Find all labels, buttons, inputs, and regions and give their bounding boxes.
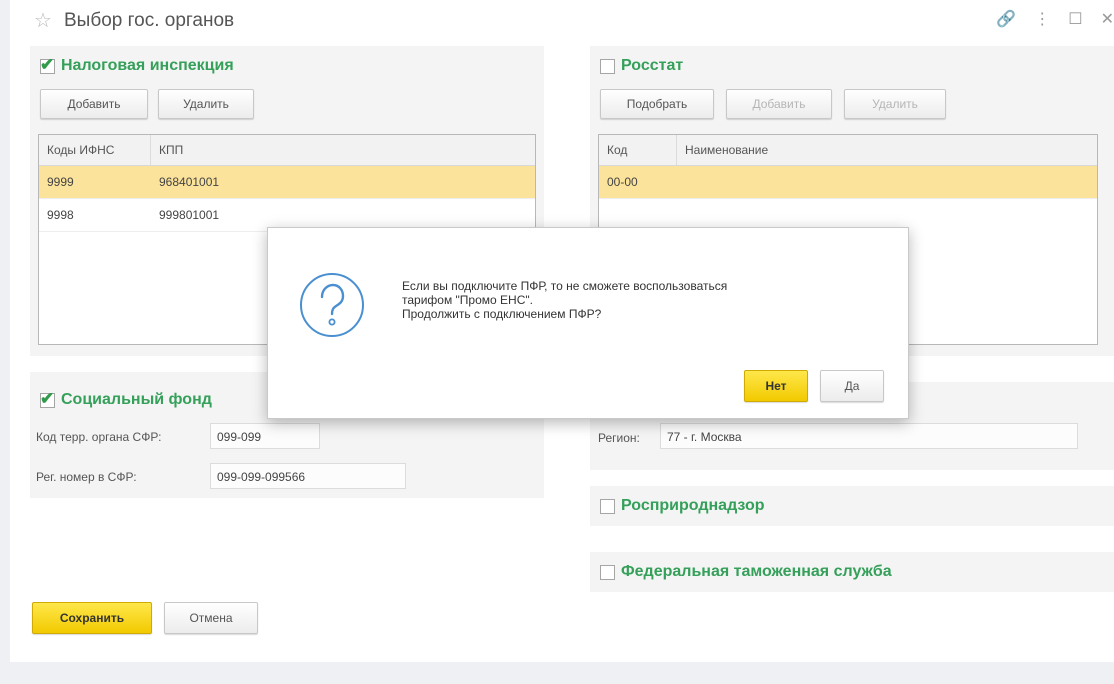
- tax-inspection-header: Налоговая инспекция: [40, 55, 234, 75]
- tax-inspection-title: Налоговая инспекция: [61, 57, 234, 74]
- sfr-reg-number-field[interactable]: 099-099-099566: [210, 463, 406, 489]
- rosstat-add-button[interactable]: Добавить: [726, 89, 832, 119]
- customs-title: Федеральная таможенная служба: [621, 563, 892, 580]
- table-row[interactable]: 9999 968401001: [39, 166, 535, 199]
- dialog-yes-button[interactable]: Да: [820, 370, 884, 402]
- cell-code: 00-00: [607, 175, 638, 189]
- column-header-name[interactable]: Наименование: [677, 135, 1097, 165]
- favorite-star-icon[interactable]: ☆: [34, 8, 52, 33]
- window-title: Выбор гос. органов: [64, 10, 235, 31]
- link-icon[interactable]: 🔗: [996, 9, 1016, 29]
- rosprirodnadzor-title: Росприроднадзор: [621, 497, 765, 514]
- maximize-icon[interactable]: ☐: [1068, 9, 1082, 29]
- dialog-message-line: Если вы подключите ПФР, то не сможете во…: [402, 279, 728, 293]
- close-icon[interactable]: ✕: [1101, 9, 1114, 29]
- rosstat-header: Росстат: [600, 57, 683, 75]
- dialog-message: Если вы подключите ПФР, то не сможете во…: [402, 279, 882, 321]
- cell-ifns-code: 9999: [47, 175, 74, 189]
- rosstat-checkbox[interactable]: [600, 58, 615, 74]
- cell-name: [677, 166, 1097, 198]
- more-icon[interactable]: ⋮: [1034, 9, 1050, 29]
- cell-ifns-code: 9998: [47, 208, 74, 222]
- tax-add-button[interactable]: Добавить: [40, 89, 148, 119]
- sfr-territory-code-field[interactable]: 099-099: [210, 423, 320, 449]
- cancel-button[interactable]: Отмена: [164, 602, 258, 634]
- tax-inspection-checkbox[interactable]: [40, 55, 55, 75]
- tax-delete-button[interactable]: Удалить: [158, 89, 254, 119]
- cell-kpp: 968401001: [159, 175, 220, 189]
- dialog-message-line: тарифом "Промо ЕНС".: [402, 293, 533, 307]
- dialog-message-line: Продолжить с подключением ПФР?: [402, 307, 602, 321]
- form-window: ☆ Выбор гос. органов 🔗 ⋮ ☐ ✕ Налоговая и…: [10, 0, 1114, 662]
- sfr-territory-code-label: Код терр. органа СФР:: [36, 430, 162, 444]
- region-field[interactable]: 77 - г. Москва: [660, 423, 1078, 449]
- question-icon: [300, 273, 364, 337]
- cell-kpp: 999801001: [159, 208, 220, 222]
- rosstat-select-button[interactable]: Подобрать: [600, 89, 714, 119]
- column-header-code[interactable]: Код: [599, 135, 677, 165]
- sfr-reg-number-label: Рег. номер в СФР:: [36, 470, 137, 484]
- customs-header: Федеральная таможенная служба: [600, 563, 892, 581]
- social-fund-checkbox[interactable]: [40, 389, 55, 409]
- rosstat-delete-button[interactable]: Удалить: [844, 89, 946, 119]
- region-label: Регион:: [598, 431, 640, 445]
- rosprirodnadzor-header: Росприроднадзор: [600, 497, 765, 515]
- dialog-no-button[interactable]: Нет: [744, 370, 808, 402]
- column-header-kpp[interactable]: КПП: [151, 135, 535, 165]
- table-header: Коды ИФНС КПП: [39, 135, 535, 166]
- save-button[interactable]: Сохранить: [32, 602, 152, 634]
- column-header-ifns-codes[interactable]: Коды ИФНС: [39, 135, 151, 165]
- window-controls: 🔗 ⋮ ☐ ✕: [996, 9, 1114, 29]
- social-fund-title: Социальный фонд: [61, 391, 212, 408]
- confirmation-dialog: Если вы подключите ПФР, то не сможете во…: [267, 227, 909, 419]
- table-header: Код Наименование: [599, 135, 1097, 166]
- social-fund-header: Социальный фонд: [40, 389, 212, 409]
- table-row[interactable]: 00-00: [599, 166, 1097, 199]
- customs-checkbox[interactable]: [600, 564, 615, 580]
- rosstat-title: Росстат: [621, 57, 684, 74]
- title-bar: ☆ Выбор гос. органов 🔗 ⋮ ☐ ✕: [10, 0, 1114, 40]
- rosprirodnadzor-checkbox[interactable]: [600, 498, 615, 514]
